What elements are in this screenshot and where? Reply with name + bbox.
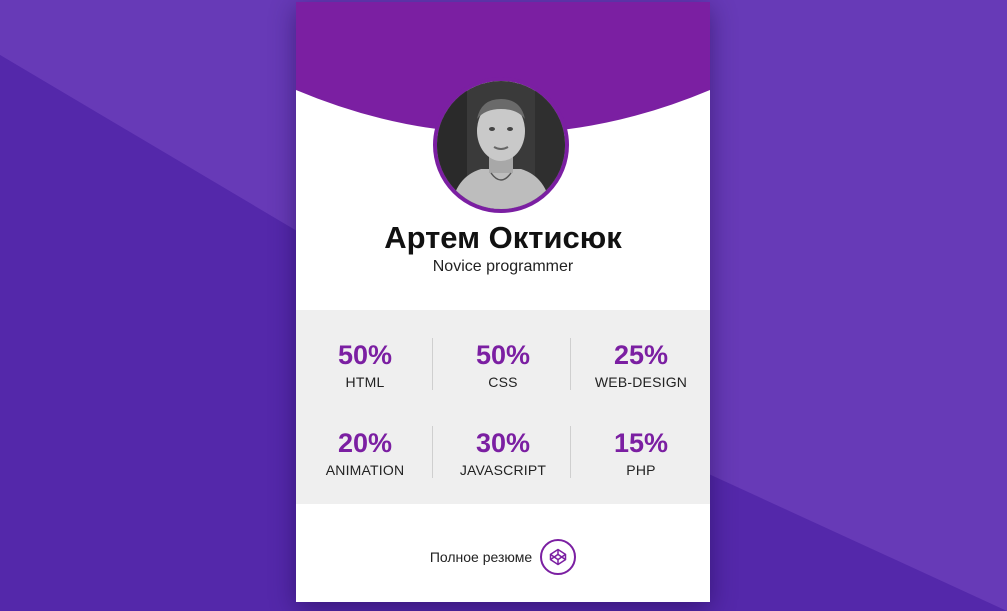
full-resume-link[interactable]: Полное резюме [296, 539, 710, 575]
skill-value: 30% [475, 428, 531, 458]
skill-value: 25% [613, 340, 669, 370]
skill-value: 20% [337, 428, 393, 458]
skills-divider [570, 338, 571, 390]
skill-value: 50% [337, 340, 393, 370]
skill-value: 15% [613, 428, 669, 458]
avatar [433, 77, 569, 213]
skill-animation: 20% ANIMATION [296, 428, 434, 478]
skill-value: 50% [475, 340, 531, 370]
profile-role: Novice programmer [432, 258, 574, 275]
skill-web-design: 25% WEB-DESIGN [572, 340, 710, 390]
skill-php: 15% PHP [572, 428, 710, 478]
skill-css: 50% CSS [434, 340, 572, 390]
skill-label: HTML [345, 374, 385, 390]
skill-label: ANIMATION [325, 462, 405, 478]
skill-label: CSS [488, 374, 518, 390]
skills-divider [432, 426, 433, 478]
skills-panel: 50% HTML 50% CSS 25% WEB-DESIGN 20% ANIM… [296, 310, 710, 504]
skills-divider [570, 426, 571, 478]
skill-javascript: 30% JAVASCRIPT [434, 428, 572, 478]
profile-name: Артем Октисюк [384, 220, 622, 255]
avatar-photo [437, 81, 565, 209]
codepen-icon [540, 539, 577, 575]
profile-card: Артем Октисюк Novice programmer 50% HTML… [296, 2, 710, 602]
skill-html: 50% HTML [296, 340, 434, 390]
skill-label: PHP [626, 462, 656, 478]
skill-label: JAVASCRIPT [459, 462, 547, 478]
skill-label: WEB-DESIGN [594, 374, 688, 390]
skills-divider [432, 338, 433, 390]
full-resume-label: Полное резюме [429, 549, 533, 565]
